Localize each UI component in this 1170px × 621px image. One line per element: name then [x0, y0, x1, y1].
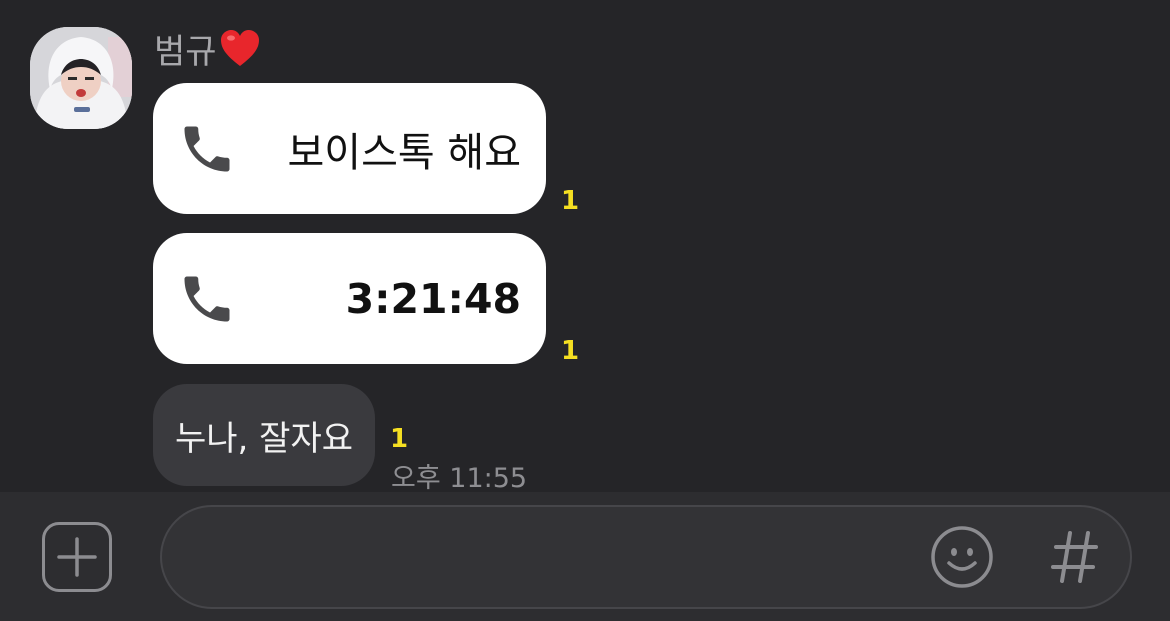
red-heart-icon [219, 28, 261, 68]
text-message-content: 누나, 잘자요 [174, 418, 353, 459]
input-bar [0, 492, 1170, 621]
call-duration-bubble[interactable]: 3:21:48 [153, 233, 546, 364]
add-attachment-button[interactable] [42, 522, 112, 592]
smiley-icon[interactable] [930, 525, 994, 589]
avatar[interactable] [30, 27, 132, 129]
phone-icon [177, 269, 237, 329]
phone-icon [177, 119, 237, 179]
message-timestamp: 오후 11:55 [391, 463, 528, 494]
unread-count: 1 [561, 186, 580, 216]
call-duration-label: 3:21:48 [345, 274, 521, 323]
message-field[interactable] [160, 505, 1132, 609]
unread-count: 1 [561, 336, 580, 366]
chat-area: 범규 보이스톡 해요 1 3:21:48 1 누나, 잘자요 1 오후 11:5… [0, 0, 1170, 494]
sender-name: 범규 [154, 26, 261, 72]
plus-icon [57, 537, 97, 577]
voice-call-bubble[interactable]: 보이스톡 해요 [153, 83, 546, 214]
text-message-bubble[interactable]: 누나, 잘자요 [153, 384, 375, 486]
unread-count: 1 [390, 424, 409, 454]
hashtag-icon[interactable] [1050, 525, 1100, 589]
voice-call-label: 보이스톡 해요 [287, 129, 521, 176]
sender-name-text: 범규 [154, 31, 217, 72]
profile-photo [30, 27, 132, 129]
message-input[interactable] [192, 527, 916, 589]
